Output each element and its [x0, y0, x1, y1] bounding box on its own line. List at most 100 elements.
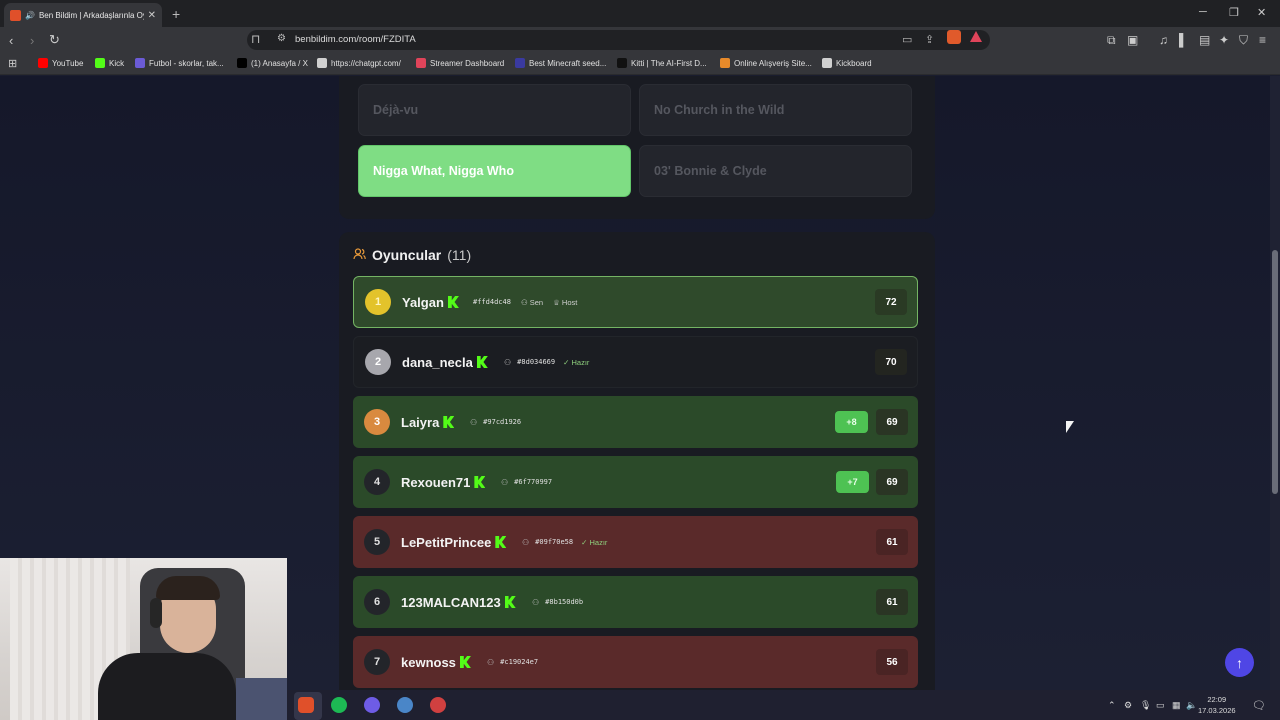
reload-icon[interactable]: ↻: [49, 32, 60, 48]
bookmark-item[interactable]: Futbol - skorlar, tak...: [135, 58, 224, 68]
bookmark-item[interactable]: Kitti | The AI-First D...: [617, 58, 707, 68]
minimize-icon[interactable]: ─: [1199, 6, 1207, 18]
answer-option[interactable]: 03' Bonnie & Clyde: [639, 145, 912, 197]
bookmark-icon[interactable]: ⊓: [251, 32, 260, 46]
kick-verified-icon: [447, 296, 459, 308]
bookmark-item[interactable]: Kick: [95, 58, 124, 68]
microphone-icon[interactable]: 🎙: [1140, 700, 1151, 711]
share-icon[interactable]: ⇪: [925, 33, 934, 46]
forward-icon[interactable]: ›: [30, 33, 34, 48]
page-scrollbar-thumb[interactable]: [1272, 250, 1278, 494]
brave-rewards-icon[interactable]: [970, 31, 982, 42]
webcam-person-hair: [156, 576, 220, 600]
back-icon[interactable]: ‹: [9, 33, 13, 48]
player-name-text: Rexouen71: [401, 474, 471, 490]
bookmark-label: Futbol - skorlar, tak...: [149, 58, 224, 68]
url-text[interactable]: benbildim.com/room/FZDITA: [295, 34, 416, 45]
discord-taskbar-icon[interactable]: [364, 697, 380, 713]
kick-verified-icon: [474, 476, 486, 488]
brave-shields-icon[interactable]: [947, 30, 961, 44]
menu-icon[interactable]: ≡: [1259, 33, 1266, 47]
bookmark-item[interactable]: Streamer Dashboard: [416, 58, 504, 68]
player-score: 61: [876, 529, 908, 555]
player-name-text: Laiyra: [401, 414, 440, 430]
bookmark-label: Kick: [109, 58, 125, 68]
new-tab-icon[interactable]: +: [172, 6, 180, 22]
answer-label: Déjà-vu: [373, 103, 419, 117]
player-name: LePetitPrincee: [401, 535, 507, 550]
bookmark-item[interactable]: YouTube: [38, 58, 83, 68]
brave-taskbar-icon[interactable]: [298, 697, 314, 713]
bookmark-label: Online Alışveriş Site...: [734, 58, 812, 68]
player-row[interactable]: 3 Laiyra ⚇ #97cd1926 +8 69: [353, 396, 918, 448]
add-friend-icon[interactable]: ⚇: [532, 598, 539, 607]
add-friend-icon[interactable]: ⚇: [504, 358, 511, 367]
bookmark-favicon-icon: [237, 58, 247, 68]
answer-option-correct[interactable]: Nigga What, Nigga Who: [358, 145, 631, 197]
system-clock[interactable]: 22:09 17.03.2026: [1198, 694, 1236, 716]
leo-ai-icon[interactable]: ✦: [1219, 33, 1229, 47]
wallet-icon[interactable]: ▤: [1199, 33, 1210, 47]
bookmark-item[interactable]: Kickboard: [822, 58, 872, 68]
bookmark-favicon-icon: [720, 58, 730, 68]
screenshot-icon[interactable]: ▣: [1127, 33, 1138, 47]
player-row[interactable]: 5 LePetitPrincee ⚇ #09f70e58 ✓ Hazır 61: [353, 516, 918, 568]
bookmark-favicon-icon: [822, 58, 832, 68]
sidebar-icon[interactable]: ▌: [1179, 33, 1188, 47]
player-meta: ⚇ #8b150d0b: [524, 598, 583, 607]
spotify-taskbar-icon[interactable]: [331, 697, 347, 713]
scroll-to-top-button[interactable]: ↑: [1225, 648, 1254, 677]
omnibox[interactable]: ⊓ ⚙ benbildim.com/room/FZDITA ▭ ⇪: [247, 30, 990, 50]
tray-app-icon[interactable]: ⚙: [1124, 700, 1132, 711]
site-info-icon[interactable]: ⚙: [277, 33, 286, 44]
notifications-icon[interactable]: 🗨: [1252, 699, 1266, 712]
player-row[interactable]: 1 Yalgan #ffd4dc48 ⚇ Sen ♕ Host 72: [353, 276, 918, 328]
tray-overflow-icon[interactable]: ⌃: [1108, 700, 1116, 711]
answer-option[interactable]: No Church in the Wild: [639, 84, 912, 136]
network-app-taskbar-icon[interactable]: [397, 697, 413, 713]
player-score: 72: [875, 289, 907, 315]
webcam-overlay: [0, 558, 287, 720]
add-friend-icon[interactable]: ⚇: [522, 538, 529, 547]
add-friend-icon[interactable]: ⚇: [487, 658, 494, 667]
add-friend-icon[interactable]: ⚇: [470, 418, 477, 427]
player-row[interactable]: 7 kewnoss ⚇ #c19024e7 56: [353, 636, 918, 688]
bookmark-item[interactable]: Best Minecraft seed...: [515, 58, 606, 68]
add-friend-icon[interactable]: ⚇: [501, 478, 508, 487]
crown-icon: ♕: [553, 297, 562, 307]
restore-icon[interactable]: ❐: [1229, 6, 1239, 19]
media-controls-icon[interactable]: ♫: [1159, 33, 1168, 47]
player-row[interactable]: 4 Rexouen71 ⚇ #6f770997 +7 69: [353, 456, 918, 508]
ready-badge: ✓ Hazır: [563, 358, 589, 367]
close-tab-icon[interactable]: ✕: [148, 10, 156, 21]
webcam-headset-icon: [150, 598, 162, 628]
tray-window-icon[interactable]: ▭: [1156, 700, 1165, 711]
bookmark-favicon-icon: [38, 58, 48, 68]
ready-label: Hazır: [589, 537, 608, 547]
you-label: Sen: [529, 297, 544, 307]
player-id-hash: #c19024e7: [500, 658, 539, 666]
bookmark-item[interactable]: (1) Anasayfa / X: [237, 58, 308, 68]
player-name: Yalgan: [402, 295, 459, 310]
player-id-hash: #8b150d0b: [545, 598, 584, 606]
browser-tab-strip: 🔊 Ben Bildim | Arkadaşlarınla Oy ✕ + ─ ❐…: [0, 0, 1280, 27]
extensions-puzzle-icon[interactable]: ⧉: [1107, 33, 1116, 48]
kick-verified-icon: [504, 596, 516, 608]
player-name-text: kewnoss: [401, 654, 456, 670]
bookmark-label: (1) Anasayfa / X: [251, 58, 308, 68]
player-row[interactable]: 2 dana_necla ⚇ #8d034669 ✓ Hazır 70: [353, 336, 918, 388]
vpn-shield-icon[interactable]: ⛉: [1239, 33, 1248, 48]
apps-grid-icon[interactable]: ⊞: [8, 57, 17, 70]
bookmark-item[interactable]: https://chatgpt.com/: [317, 58, 401, 68]
obs-taskbar-icon[interactable]: [430, 697, 446, 713]
player-row[interactable]: 6 123MALCAN123 ⚇ #8b150d0b 61: [353, 576, 918, 628]
answer-option[interactable]: Déjà-vu: [358, 84, 631, 136]
audio-playing-icon[interactable]: 🔊: [25, 11, 35, 20]
bookmark-item[interactable]: Online Alışveriş Site...: [720, 58, 812, 68]
cast-icon[interactable]: ▭: [902, 33, 912, 46]
bookmark-label: YouTube: [52, 58, 84, 68]
browser-tab[interactable]: 🔊 Ben Bildim | Arkadaşlarınla Oy ✕: [4, 3, 162, 27]
volume-icon[interactable]: 🔈: [1186, 700, 1197, 711]
network-icon[interactable]: ▦: [1172, 700, 1181, 711]
close-window-icon[interactable]: ✕: [1257, 6, 1266, 19]
